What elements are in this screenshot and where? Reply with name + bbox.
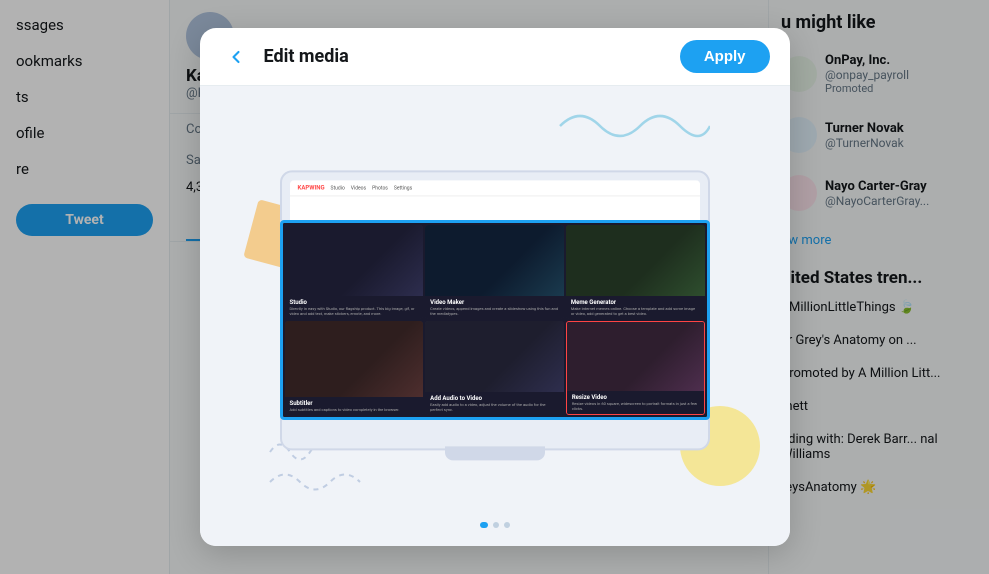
kap-cell-studio: Studio Directly in easy with Studio, our…: [285, 225, 424, 319]
kap-label-sub: Subtitler Add subtitles and captions to …: [285, 397, 424, 415]
laptop-base: [445, 446, 545, 460]
kap-title-meme: Meme Generator: [571, 299, 700, 306]
kap-title-studio: Studio: [290, 299, 419, 306]
kap-title-audio: Add Audio to Video: [430, 395, 559, 402]
kap-thumb-meme: [566, 225, 705, 296]
edit-media-modal: Edit media Apply: [200, 28, 790, 546]
deco-squiggle-top: [550, 96, 710, 160]
kap-label-resize: Resize Video Resize videos in 60 square,…: [567, 391, 704, 414]
kapwing-nav-bg: KAPWING Studio Videos Photos Settings: [290, 180, 700, 196]
kap-label-meme: Meme Generator Make internet memes onlin…: [566, 296, 705, 319]
kap-nav-item-2: Videos: [351, 185, 366, 191]
kap-cell-meme: Meme Generator Make internet memes onlin…: [566, 225, 705, 319]
dot-3[interactable]: [504, 522, 510, 528]
kap-thumb-audio: [425, 321, 564, 392]
kap-thumb-studio: [285, 225, 424, 296]
kap-label-audio: Add Audio to Video Easily add audio to a…: [425, 392, 564, 415]
modal-header: Edit media Apply: [200, 28, 790, 86]
kap-cell-sub: Subtitler Add subtitles and captions to …: [285, 321, 424, 415]
apply-button[interactable]: Apply: [680, 40, 770, 73]
kap-label-studio: Studio Directly in easy with Studio, our…: [285, 296, 424, 319]
modal-overlay: Edit media Apply: [0, 0, 989, 574]
kap-desc-video: Create videos, append images and create …: [430, 306, 559, 316]
kap-nav-item-3: Photos: [372, 185, 388, 191]
kap-title-sub: Subtitler: [290, 400, 419, 407]
kap-thumb-resize: [567, 322, 704, 391]
dot-active[interactable]: [480, 522, 488, 528]
selected-image-frame[interactable]: Studio Directly in easy with Studio, our…: [280, 220, 710, 420]
dot-2[interactable]: [493, 522, 499, 528]
kap-label-video: Video Maker Create videos, append images…: [425, 296, 564, 319]
modal-body: KAPWING Studio Videos Photos Settings: [200, 86, 790, 546]
header-left: Edit media: [220, 41, 349, 73]
kap-desc-audio: Easily add audio to a video, adjust the …: [430, 402, 559, 412]
kap-nav-item-4: Settings: [394, 185, 412, 191]
kap-desc-studio: Directly in easy with Studio, our flagsh…: [290, 306, 419, 316]
kap-thumb-sub: [285, 321, 424, 397]
kapwing-logo-bg: KAPWING: [298, 184, 325, 191]
back-button[interactable]: [220, 41, 252, 73]
modal-title: Edit media: [264, 46, 349, 67]
kap-nav-item-1: Studio: [331, 185, 345, 191]
kap-title-resize: Resize Video: [572, 394, 699, 401]
pagination-dots: [480, 522, 510, 528]
kap-cell-resize: Resize Video Resize videos in 60 square,…: [566, 321, 705, 415]
kap-cell-audio: Add Audio to Video Easily add audio to a…: [425, 321, 564, 415]
kap-title-video: Video Maker: [430, 299, 559, 306]
kap-cell-video: Video Maker Create videos, append images…: [425, 225, 564, 319]
kap-thumb-video: [425, 225, 564, 296]
kap-desc-meme: Make internet memes online. Choose a tem…: [571, 306, 700, 316]
kap-desc-sub: Add subtitles and captions to video comp…: [290, 407, 419, 412]
kapwing-mockup: Studio Directly in easy with Studio, our…: [283, 223, 707, 417]
kap-desc-resize: Resize videos in 60 square, widescreen t…: [572, 401, 699, 411]
